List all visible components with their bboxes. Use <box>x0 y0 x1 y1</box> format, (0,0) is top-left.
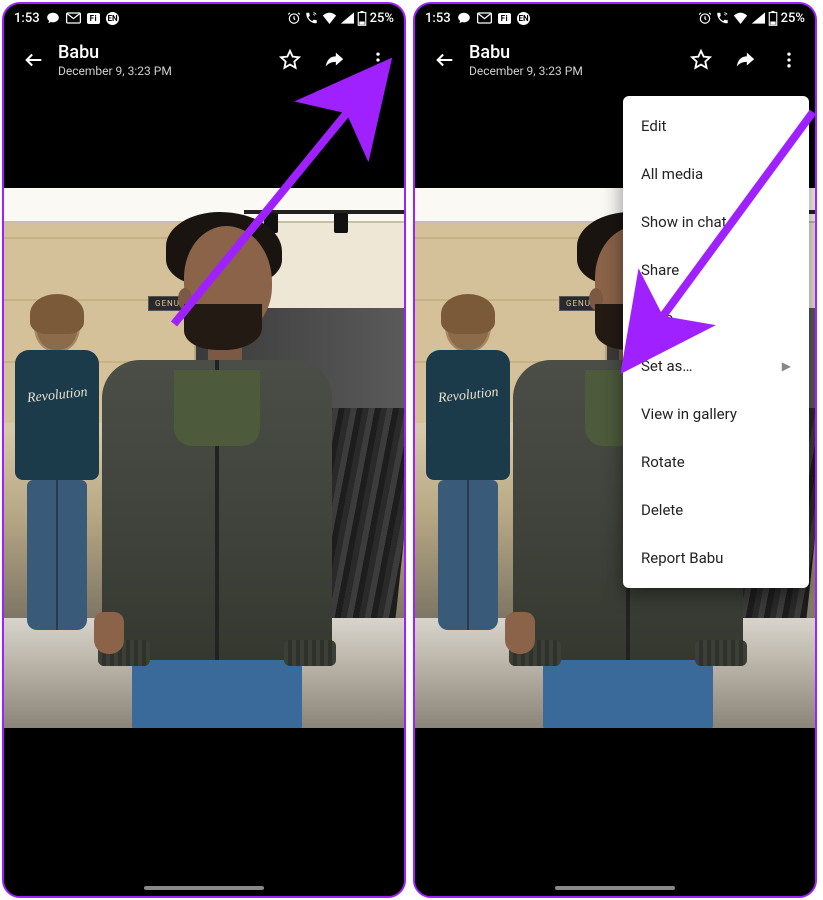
arrow-left-icon <box>434 49 456 71</box>
menu-label: Report Babu <box>641 549 723 567</box>
menu-label: Rotate <box>641 453 685 471</box>
star-icon <box>690 49 712 71</box>
battery-icon <box>768 11 778 26</box>
menu-item-report[interactable]: Report Babu <box>623 534 809 582</box>
menu-label: Delete <box>641 501 683 519</box>
chat-bubble-icon <box>46 11 60 25</box>
menu-item-set-as[interactable]: Set as… ▶ <box>623 342 809 390</box>
chevron-right-icon: ▶ <box>782 359 791 373</box>
status-time: 1:53 <box>425 11 451 26</box>
status-battery-pct: 25% <box>370 11 394 26</box>
menu-item-share[interactable]: Share <box>623 246 809 294</box>
status-bar: 1:53 Fi EN <box>415 4 815 32</box>
menu-item-show-in-chat[interactable]: Show in chat <box>623 198 809 246</box>
menu-item-all-media[interactable]: All media <box>623 150 809 198</box>
signal-icon <box>751 12 765 24</box>
menu-label: All media <box>641 165 703 183</box>
language-badge-icon: EN <box>106 12 119 25</box>
forward-icon <box>733 49 757 71</box>
wifi-icon <box>322 12 337 24</box>
fi-badge-icon: Fi <box>498 13 512 24</box>
arrow-left-icon <box>23 49 45 71</box>
star-button[interactable] <box>270 40 310 80</box>
header-title-block[interactable]: Babu December 9, 3:23 PM <box>465 42 681 78</box>
more-options-button[interactable] <box>358 40 398 80</box>
menu-item-view-in-gallery[interactable]: View in gallery <box>623 390 809 438</box>
photo-viewer[interactable]: GENUINE LEAT <box>4 88 404 896</box>
signal-icon <box>340 12 354 24</box>
overflow-menu: Edit All media Show in chat Share Save S… <box>623 96 809 588</box>
star-button[interactable] <box>681 40 721 80</box>
status-time: 1:53 <box>14 11 40 26</box>
contact-name: Babu <box>58 42 270 63</box>
menu-label: Edit <box>641 117 666 135</box>
gmail-icon <box>477 12 492 24</box>
navigation-handle[interactable] <box>144 886 264 890</box>
contact-name: Babu <box>469 42 681 63</box>
wifi-calling-icon <box>304 11 319 25</box>
media-timestamp: December 9, 3:23 PM <box>58 64 270 78</box>
back-button[interactable] <box>14 40 54 80</box>
menu-item-edit[interactable]: Edit <box>623 102 809 150</box>
wifi-icon <box>733 12 748 24</box>
more-options-button[interactable] <box>769 40 809 80</box>
menu-item-rotate[interactable]: Rotate <box>623 438 809 486</box>
back-button[interactable] <box>425 40 465 80</box>
status-battery-pct: 25% <box>781 11 805 26</box>
phone-screenshot-left: 1:53 Fi EN <box>2 2 406 898</box>
language-badge-icon: EN <box>517 12 530 25</box>
navigation-handle[interactable] <box>555 886 675 890</box>
menu-item-save[interactable]: Save <box>623 294 809 342</box>
star-icon <box>279 49 301 71</box>
menu-item-delete[interactable]: Delete <box>623 486 809 534</box>
status-bar: 1:53 Fi EN <box>4 4 404 32</box>
more-vertical-icon <box>368 50 388 70</box>
phone-screenshot-right: 1:53 Fi EN <box>413 2 817 898</box>
alarm-icon <box>287 11 301 25</box>
more-vertical-icon <box>779 50 799 70</box>
app-header: Babu December 9, 3:23 PM <box>4 32 404 88</box>
app-header: Babu December 9, 3:23 PM <box>415 32 815 88</box>
media-timestamp: December 9, 3:23 PM <box>469 64 681 78</box>
alarm-icon <box>698 11 712 25</box>
menu-label: Set as… <box>641 357 692 375</box>
gmail-icon <box>66 12 81 24</box>
menu-label: Show in chat <box>641 213 727 231</box>
menu-label: View in gallery <box>641 405 737 423</box>
forward-icon <box>322 49 346 71</box>
forward-button[interactable] <box>314 40 354 80</box>
chat-bubble-icon <box>457 11 471 25</box>
battery-icon <box>357 11 367 26</box>
header-title-block[interactable]: Babu December 9, 3:23 PM <box>54 42 270 78</box>
menu-label: Save <box>641 309 673 327</box>
wifi-calling-icon <box>715 11 730 25</box>
forward-button[interactable] <box>725 40 765 80</box>
menu-label: Share <box>641 261 679 279</box>
fi-badge-icon: Fi <box>87 13 101 24</box>
photo-content: GENUINE LEAT <box>4 188 404 728</box>
